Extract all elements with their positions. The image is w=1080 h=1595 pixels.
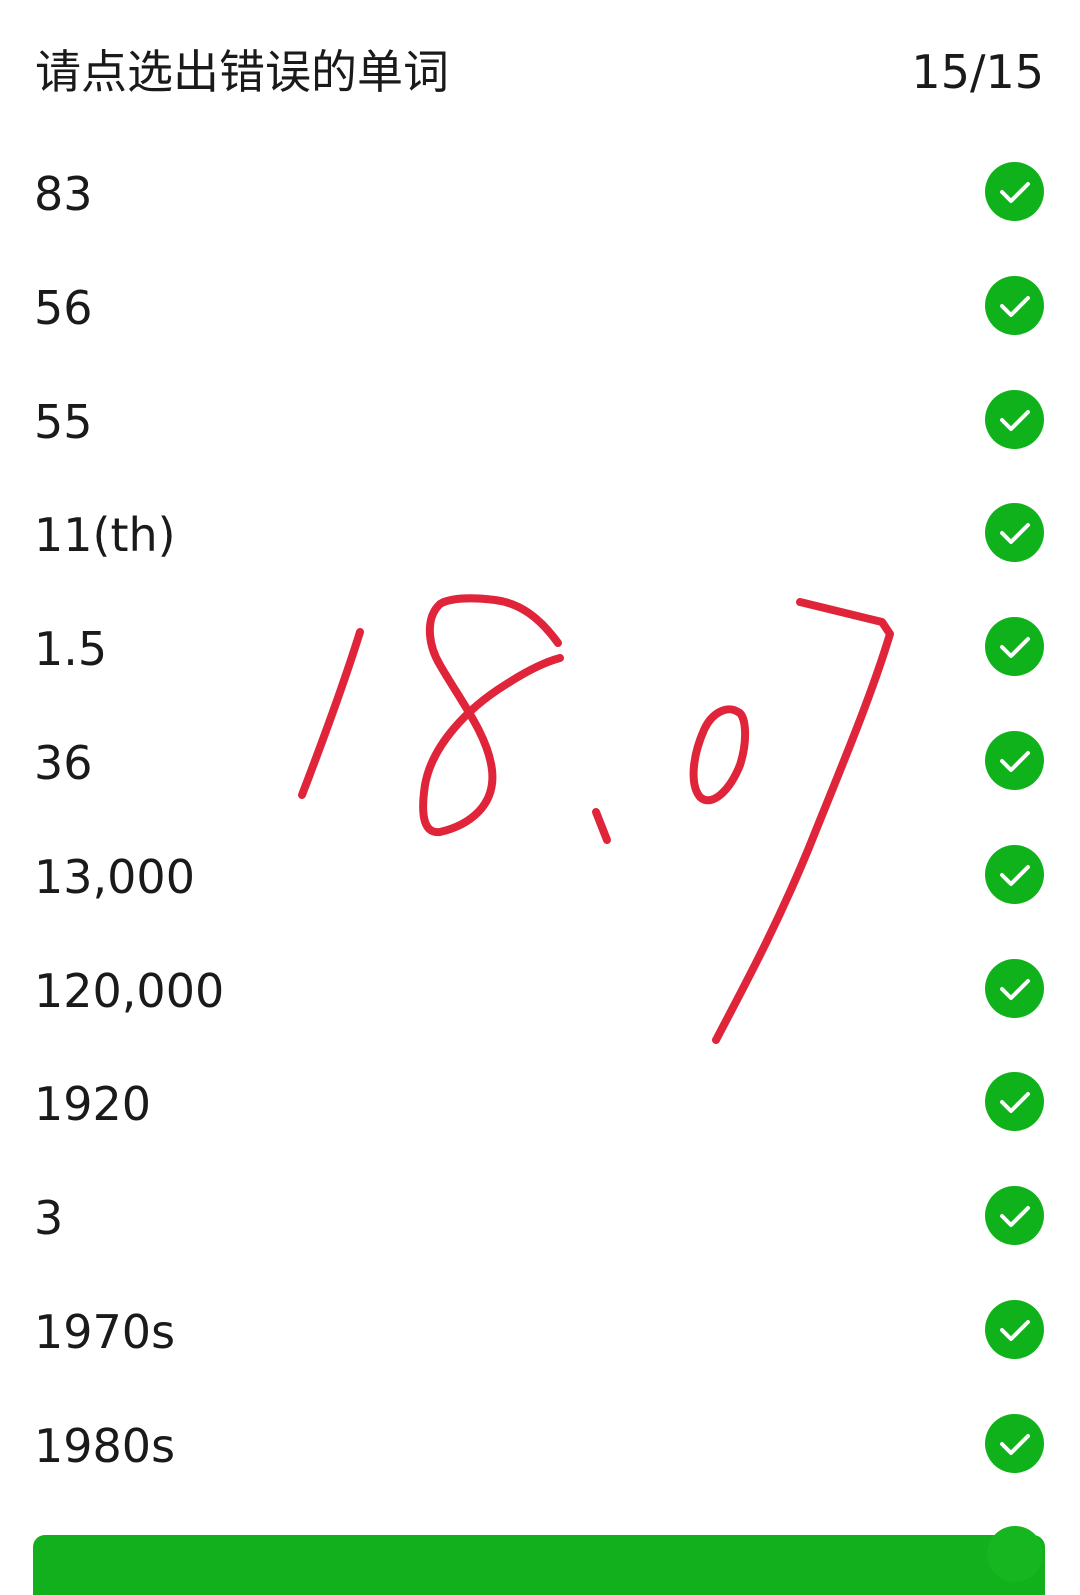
item-label: 1.5 bbox=[34, 622, 108, 677]
list-item[interactable]: 55 bbox=[0, 364, 1080, 478]
item-label: 120,000 bbox=[34, 963, 225, 1018]
list-item[interactable]: 3 bbox=[0, 1160, 1080, 1274]
list-item[interactable]: 13,000 bbox=[0, 819, 1080, 933]
item-label: 56 bbox=[34, 280, 93, 335]
page-title: 请点选出错误的单词 bbox=[35, 45, 449, 99]
item-label: 36 bbox=[34, 735, 93, 790]
submit-button[interactable] bbox=[33, 1535, 1045, 1595]
item-label: 11(th) bbox=[34, 508, 176, 563]
check-circle-icon bbox=[985, 503, 1044, 563]
check-circle-icon bbox=[985, 1299, 1044, 1359]
item-label: 83 bbox=[34, 167, 93, 221]
list-item[interactable]: 1920 bbox=[0, 1046, 1080, 1160]
item-label: 1980s bbox=[34, 1418, 176, 1473]
check-circle-icon bbox=[985, 844, 1044, 904]
list-item[interactable]: 56 bbox=[0, 250, 1080, 364]
item-label: 1920 bbox=[34, 1077, 152, 1132]
item-label: 3 bbox=[34, 1191, 64, 1246]
item-label: 13,000 bbox=[34, 849, 195, 904]
list-item[interactable]: 36 bbox=[0, 705, 1080, 819]
check-circle-icon bbox=[985, 1186, 1044, 1246]
check-circle-icon bbox=[985, 617, 1044, 677]
check-circle-icon bbox=[985, 958, 1044, 1018]
check-circle-icon bbox=[985, 730, 1044, 790]
word-list: 83 56 55 11(th) 1.5 36 13,000 120,000 19… bbox=[0, 136, 1080, 1502]
list-item[interactable]: 83 bbox=[0, 136, 1080, 250]
check-circle-icon bbox=[985, 162, 1044, 221]
list-item[interactable]: 1970s bbox=[0, 1274, 1080, 1388]
list-item[interactable]: 120,000 bbox=[0, 933, 1080, 1047]
list-item[interactable]: 1980s bbox=[0, 1388, 1080, 1502]
list-item[interactable]: 1.5 bbox=[0, 591, 1080, 705]
check-circle-icon bbox=[985, 275, 1044, 335]
check-circle-icon bbox=[985, 1413, 1044, 1473]
header: 请点选出错误的单词 15/15 bbox=[0, 0, 1080, 140]
check-circle-icon bbox=[985, 389, 1044, 449]
list-item[interactable]: 11(th) bbox=[0, 477, 1080, 591]
check-circle-icon bbox=[985, 1072, 1044, 1132]
item-label: 1970s bbox=[34, 1304, 176, 1359]
item-label: 55 bbox=[34, 394, 93, 449]
progress-counter: 15/15 bbox=[911, 45, 1044, 99]
check-circle-icon bbox=[987, 1526, 1043, 1582]
